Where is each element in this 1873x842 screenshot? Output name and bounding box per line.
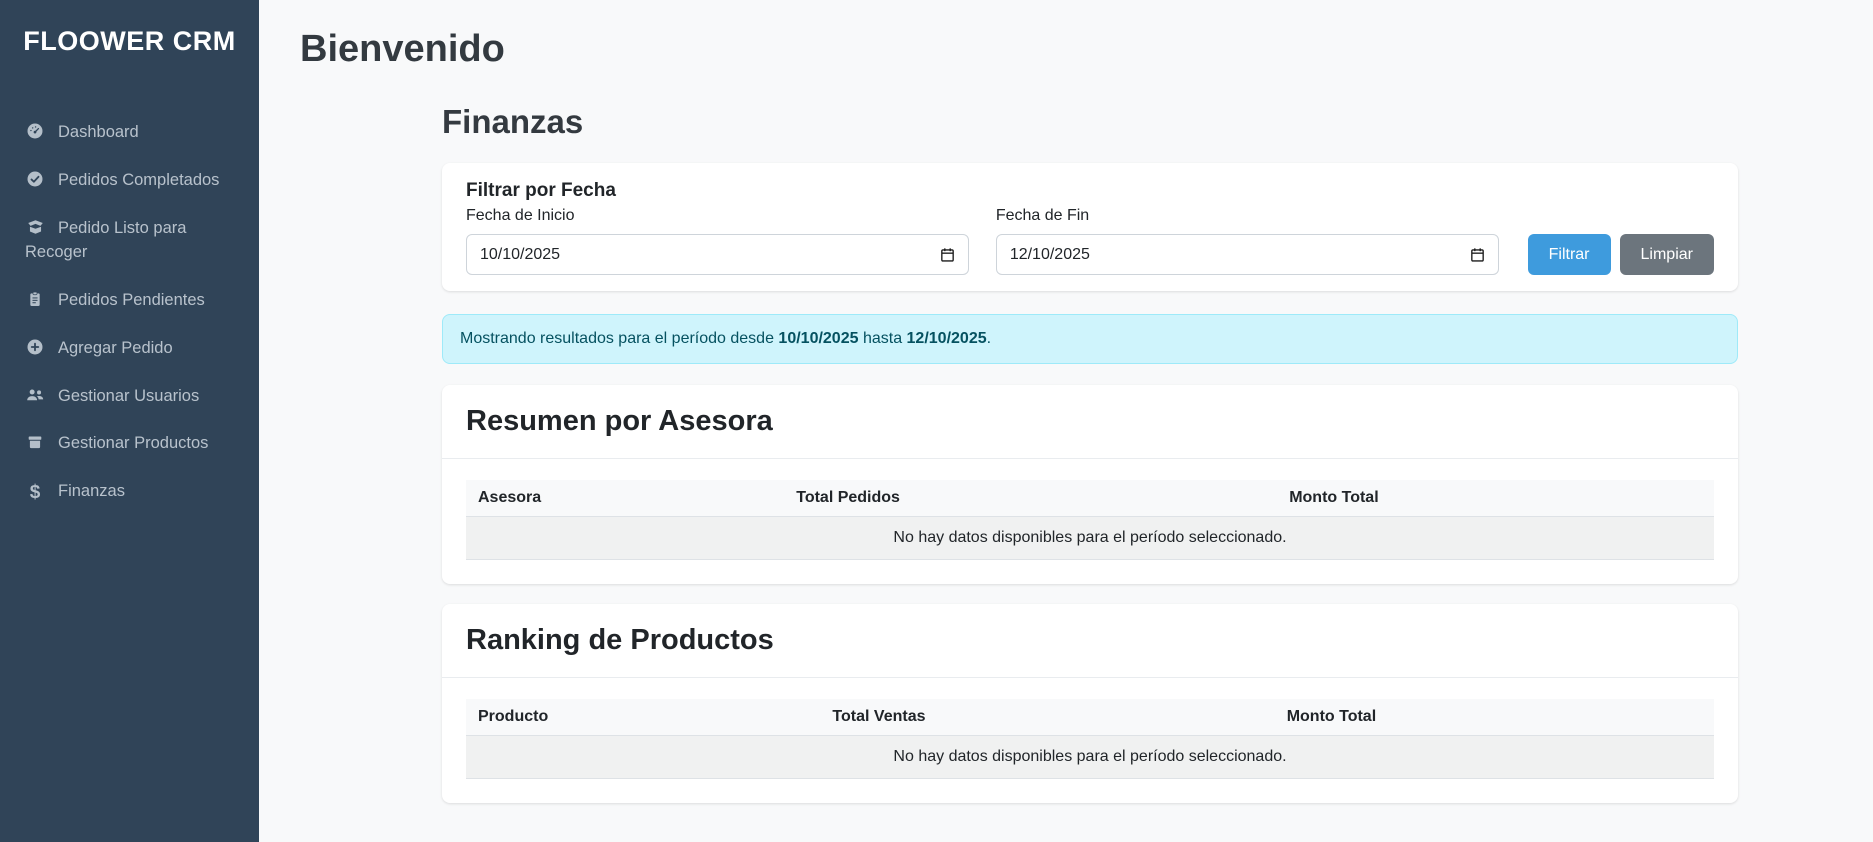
users-icon — [25, 386, 45, 404]
sidebar-item-label: Agregar Pedido — [58, 339, 173, 357]
main-content: Bienvenido Finanzas Filtrar por Fecha Fe… — [259, 0, 1873, 803]
app-brand: FLOOWER CRM — [0, 0, 259, 57]
ranking-col-monto-total: Monto Total — [1275, 699, 1714, 736]
clear-button[interactable]: Limpiar — [1620, 234, 1714, 275]
sidebar-item-finanzas[interactable]: $ Finanzas — [0, 468, 259, 516]
start-date-input[interactable] — [466, 234, 969, 275]
ranking-table: Producto Total Ventas Monto Total No hay… — [466, 699, 1714, 779]
box-icon — [25, 433, 45, 451]
check-circle-icon — [25, 170, 45, 188]
summary-col-monto-total: Monto Total — [1277, 480, 1714, 517]
dashboard-icon — [25, 122, 45, 140]
table-row: No hay datos disponibles para el período… — [466, 517, 1714, 560]
period-info-alert: Mostrando resultados para el período des… — [442, 314, 1738, 364]
alert-start-date: 10/10/2025 — [778, 330, 858, 347]
end-date-field: Fecha de Fin — [996, 207, 1499, 275]
clipboard-list-icon — [25, 290, 45, 308]
summary-table: Asesora Total Pedidos Monto Total No hay… — [466, 480, 1714, 560]
sidebar-item-gestionar-productos[interactable]: Gestionar Productos — [0, 420, 259, 468]
sidebar-item-label: Pedidos Pendientes — [58, 291, 205, 309]
start-date-field: Fecha de Inicio — [466, 207, 969, 275]
ranking-empty-message: No hay datos disponibles para el período… — [466, 736, 1714, 779]
ranking-col-total-ventas: Total Ventas — [820, 699, 1274, 736]
date-filter-card: Filtrar por Fecha Fecha de Inicio Fecha … — [442, 163, 1738, 291]
sidebar: FLOOWER CRM Dashboard Pedidos Completado… — [0, 0, 259, 842]
table-row: No hay datos disponibles para el período… — [466, 736, 1714, 779]
sidebar-item-dashboard[interactable]: Dashboard — [0, 109, 259, 157]
filter-title: Filtrar por Fecha — [466, 180, 1714, 202]
plus-circle-icon — [25, 338, 45, 356]
dollar-icon: $ — [25, 483, 45, 502]
alert-end-date: 12/10/2025 — [907, 330, 987, 347]
box-open-icon — [25, 218, 45, 236]
sidebar-item-label: Pedido Listo para Recoger — [25, 219, 186, 261]
sidebar-item-agregar-pedido[interactable]: Agregar Pedido — [0, 325, 259, 373]
finanzas-container: Finanzas Filtrar por Fecha Fecha de Inic… — [442, 103, 1738, 803]
alert-text-prefix: Mostrando resultados para el período des… — [460, 330, 778, 347]
summary-card-title: Resumen por Asesora — [466, 405, 1714, 438]
end-date-input[interactable] — [996, 234, 1499, 275]
ranking-col-producto: Producto — [466, 699, 820, 736]
summary-col-total-pedidos: Total Pedidos — [784, 480, 1277, 517]
sidebar-item-label: Finanzas — [58, 482, 125, 500]
sidebar-item-gestionar-usuarios[interactable]: Gestionar Usuarios — [0, 373, 259, 421]
ranking-card: Ranking de Productos Producto Total Vent… — [442, 604, 1738, 803]
sidebar-item-label: Pedidos Completados — [58, 171, 219, 189]
sidebar-item-label: Gestionar Usuarios — [58, 387, 199, 405]
summary-card: Resumen por Asesora Asesora Total Pedido… — [442, 385, 1738, 584]
sidebar-item-label: Dashboard — [58, 123, 139, 141]
end-date-calendar-icon[interactable] — [1467, 244, 1488, 265]
summary-empty-message: No hay datos disponibles para el período… — [466, 517, 1714, 560]
summary-col-asesora: Asesora — [466, 480, 784, 517]
filter-button[interactable]: Filtrar — [1528, 234, 1611, 275]
ranking-card-title: Ranking de Productos — [466, 624, 1714, 657]
section-title: Finanzas — [442, 103, 1738, 141]
start-date-calendar-icon[interactable] — [937, 244, 958, 265]
end-date-label: Fecha de Fin — [996, 207, 1499, 225]
sidebar-nav: Dashboard Pedidos Completados Pedido Lis… — [0, 109, 259, 516]
page-title: Bienvenido — [300, 28, 1873, 71]
sidebar-item-label: Gestionar Productos — [58, 434, 208, 452]
sidebar-item-pedidos-completados[interactable]: Pedidos Completados — [0, 157, 259, 205]
sidebar-item-pedidos-pendientes[interactable]: Pedidos Pendientes — [0, 277, 259, 325]
alert-text-suffix: . — [987, 330, 991, 347]
sidebar-item-pedido-listo[interactable]: Pedido Listo para Recoger — [0, 205, 259, 277]
alert-text-middle: hasta — [859, 330, 907, 347]
start-date-label: Fecha de Inicio — [466, 207, 969, 225]
